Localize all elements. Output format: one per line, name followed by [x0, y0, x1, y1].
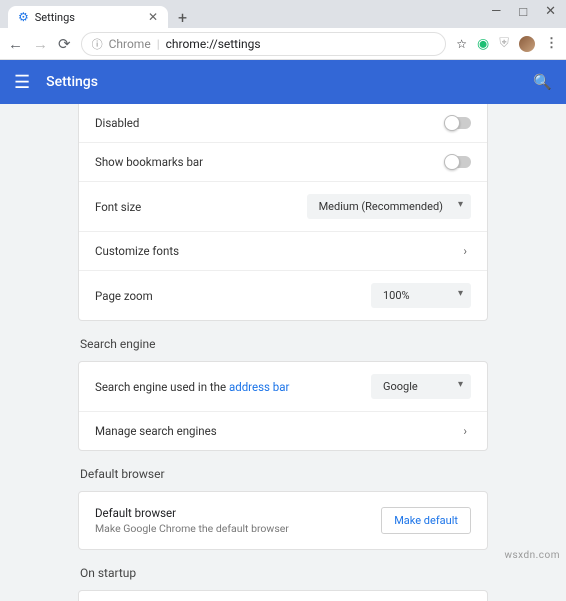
tab-settings[interactable]: ⚙ Settings ✕ [8, 6, 168, 28]
tab-strip: ⚙ Settings ✕ + [0, 0, 566, 28]
row-manage-search[interactable]: Manage search engines › [79, 412, 487, 450]
manage-search-label: Manage search engines [95, 424, 459, 438]
search-engine-label: Search engine used in the address bar [95, 380, 371, 394]
row-search-engine[interactable]: Search engine used in the address bar Go… [79, 362, 487, 412]
default-browser-card: Default browser Make Google Chrome the d… [78, 491, 488, 550]
extension-icon[interactable]: ◉ [477, 36, 489, 52]
page-zoom-dropdown[interactable]: 100% [371, 283, 471, 308]
site-info-icon[interactable]: ⓘ [92, 36, 103, 52]
browser-toolbar: ← → ⟳ ⓘ Chrome | chrome://settings ☆ ◉ ⛨… [0, 28, 566, 60]
settings-header: ☰ Settings 🔍 [0, 60, 566, 104]
show-bookmarks-toggle[interactable] [445, 156, 471, 168]
make-default-button[interactable]: Make default [381, 507, 471, 534]
row-disabled[interactable]: Disabled [79, 104, 487, 143]
customize-fonts-label: Customize fonts [95, 244, 459, 258]
url-separator: | [157, 37, 160, 51]
settings-content: Disabled Show bookmarks bar Font size Me… [0, 104, 566, 601]
appearance-card: Disabled Show bookmarks bar Font size Me… [78, 104, 488, 321]
page-zoom-label: Page zoom [95, 289, 371, 303]
row-default-browser: Default browser Make Google Chrome the d… [79, 492, 487, 549]
back-button[interactable]: ← [8, 35, 23, 53]
menu-icon[interactable]: ☰ [14, 72, 30, 93]
chevron-right-icon: › [459, 424, 471, 438]
reload-button[interactable]: ⟳ [58, 35, 71, 53]
default-browser-section-title: Default browser [78, 451, 488, 491]
profile-avatar[interactable] [519, 36, 535, 52]
url-prefix: Chrome [109, 37, 151, 51]
row-customize-fonts[interactable]: Customize fonts › [79, 232, 487, 271]
default-browser-subtitle: Make Google Chrome the default browser [95, 522, 381, 535]
chevron-right-icon: › [459, 244, 471, 258]
startup-card: Open the New Tab page Continue where you… [78, 590, 488, 601]
font-size-label: Font size [95, 200, 307, 214]
search-section-title: Search engine [78, 321, 488, 361]
search-icon[interactable]: 🔍 [533, 73, 552, 91]
row-page-zoom[interactable]: Page zoom 100% [79, 271, 487, 320]
default-browser-title: Default browser [95, 506, 381, 520]
tab-title: Settings [35, 11, 75, 24]
address-bar-link[interactable]: address bar [229, 380, 289, 394]
url-path: chrome://settings [166, 37, 261, 51]
row-font-size[interactable]: Font size Medium (Recommended) [79, 182, 487, 232]
page-title: Settings [46, 74, 98, 90]
window-minimize[interactable]: — [491, 4, 501, 20]
gear-icon: ⚙ [18, 10, 29, 24]
disabled-toggle[interactable] [445, 117, 471, 129]
search-card: Search engine used in the address bar Go… [78, 361, 488, 451]
watermark: wsxdn.com [504, 550, 560, 561]
disabled-label: Disabled [95, 116, 445, 130]
shield-icon[interactable]: ⛨ [499, 36, 509, 51]
forward-button[interactable]: → [33, 35, 48, 53]
window-maximize[interactable]: □ [519, 4, 527, 20]
window-close[interactable]: ✕ [545, 4, 556, 20]
search-text-part: Search engine used in the [95, 380, 229, 394]
chrome-menu-icon[interactable]: ⋮ [545, 36, 558, 51]
startup-section-title: On startup [78, 550, 488, 590]
row-startup-newtab[interactable]: Open the New Tab page [79, 591, 487, 601]
search-engine-dropdown[interactable]: Google [371, 374, 471, 399]
new-tab-button[interactable]: + [168, 8, 197, 27]
address-bar[interactable]: ⓘ Chrome | chrome://settings [81, 32, 447, 56]
font-size-dropdown[interactable]: Medium (Recommended) [307, 194, 471, 219]
row-show-bookmarks[interactable]: Show bookmarks bar [79, 143, 487, 182]
bookmark-star-icon[interactable]: ☆ [456, 37, 467, 51]
close-tab-icon[interactable]: ✕ [148, 10, 158, 24]
show-bookmarks-label: Show bookmarks bar [95, 155, 445, 169]
